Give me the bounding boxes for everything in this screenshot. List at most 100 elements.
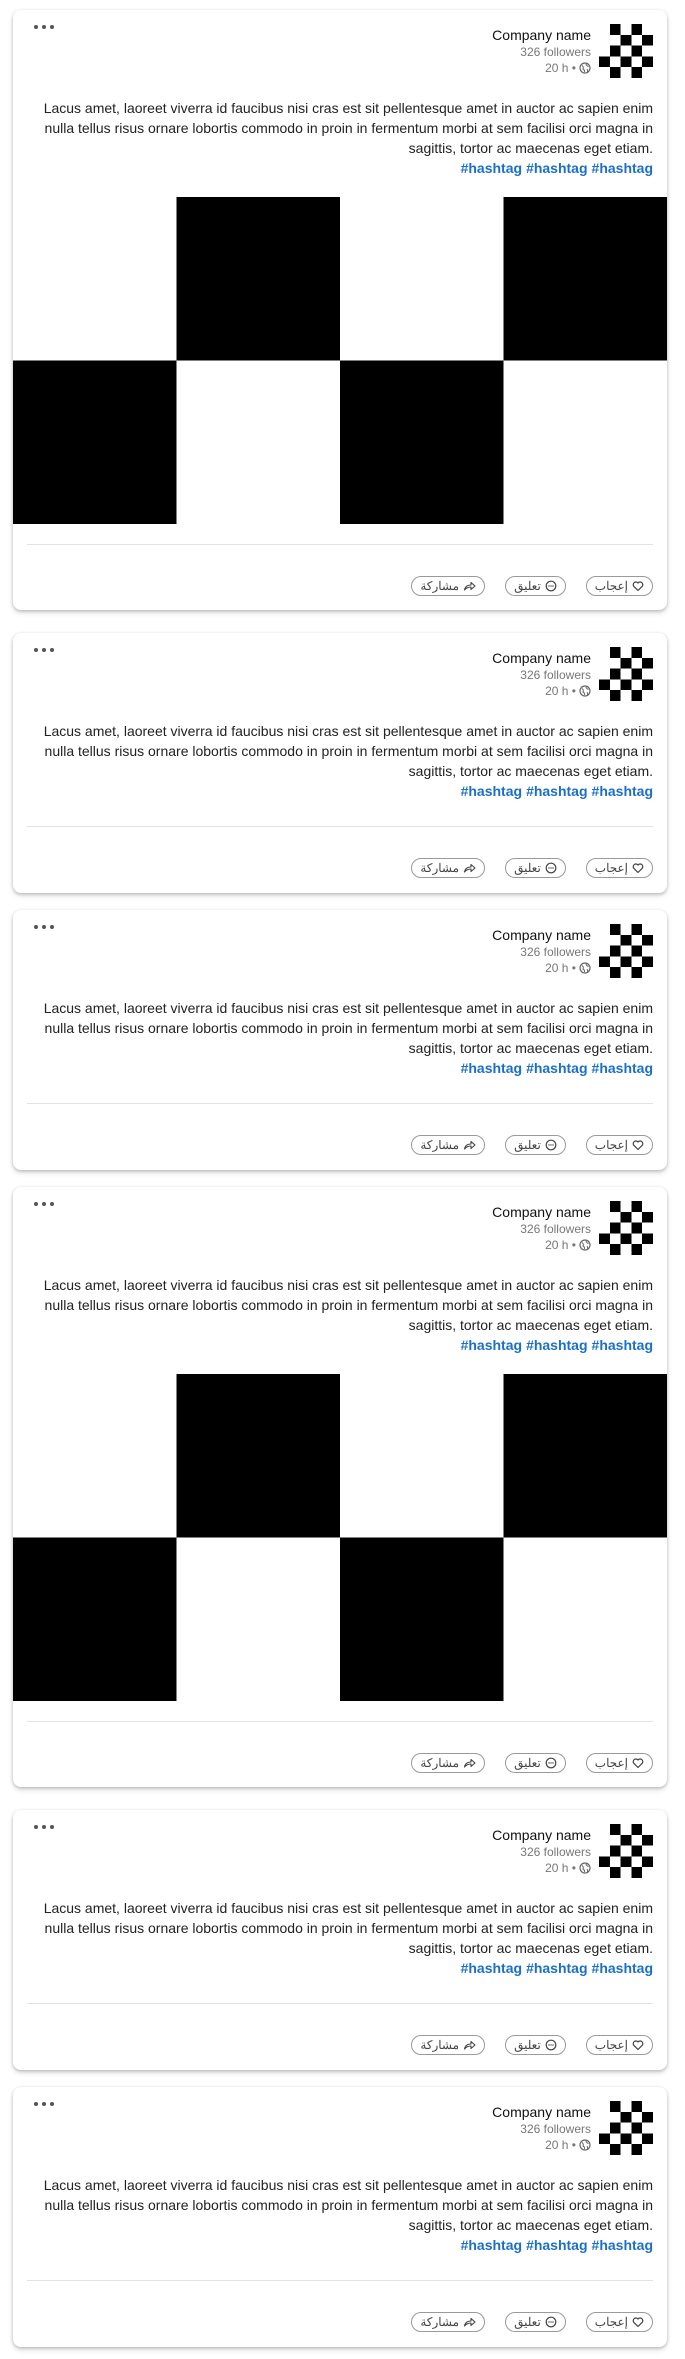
post-card: Company name 326 followers 20 h • Lacus ame…: [13, 10, 667, 610]
company-name[interactable]: Company name: [492, 1826, 591, 1844]
share-button-label: مشاركة: [420, 1756, 460, 1770]
company-name[interactable]: Company name: [492, 649, 591, 667]
like-button-label: إعجاب: [594, 861, 628, 875]
hashtag-link[interactable]: #hashtag: [592, 1337, 653, 1353]
post-actions: إعجاب تعليق مشاركة: [411, 2035, 653, 2055]
menu-dot: [42, 2102, 46, 2106]
company-avatar[interactable]: [599, 2101, 653, 2155]
hashtag-link[interactable]: #hashtag: [526, 160, 587, 176]
comment-button[interactable]: تعليق: [505, 1135, 566, 1155]
hashtag-link[interactable]: #hashtag: [526, 1960, 587, 1976]
company-avatar[interactable]: [599, 1201, 653, 1255]
like-button[interactable]: إعجاب: [585, 1135, 653, 1155]
company-avatar[interactable]: [599, 24, 653, 78]
share-button[interactable]: مشاركة: [411, 858, 486, 878]
hashtag-link[interactable]: #hashtag: [592, 2237, 653, 2253]
hashtag-link[interactable]: #hashtag: [461, 160, 522, 176]
share-button[interactable]: مشاركة: [411, 2312, 486, 2332]
post-header: Company name 326 followers 20 h •: [492, 926, 591, 976]
menu-dot: [50, 1825, 54, 1829]
like-button-label: إعجاب: [594, 1138, 628, 1152]
company-avatar[interactable]: [599, 1824, 653, 1878]
share-button-label: مشاركة: [420, 1138, 460, 1152]
hashtag-link[interactable]: #hashtag: [461, 1960, 522, 1976]
menu-dot: [50, 2102, 54, 2106]
hashtag-link[interactable]: #hashtag: [526, 2237, 587, 2253]
share-button[interactable]: مشاركة: [411, 1135, 486, 1155]
hashtag-link[interactable]: #hashtag: [461, 783, 522, 799]
comment-button[interactable]: تعليق: [505, 858, 566, 878]
company-name[interactable]: Company name: [492, 926, 591, 944]
menu-dot: [34, 2102, 38, 2106]
comment-button[interactable]: تعليق: [505, 2312, 566, 2332]
post-body: Lacus amet, laoreet viverra id faucibus …: [43, 1277, 653, 1333]
post-time-row: 20 h •: [492, 1237, 591, 1253]
share-button-label: مشاركة: [420, 2315, 460, 2329]
hashtag-link[interactable]: #hashtag: [526, 1060, 587, 1076]
like-button[interactable]: إعجاب: [585, 2035, 653, 2055]
comment-button[interactable]: تعليق: [505, 2035, 566, 2055]
more-horizontal-icon[interactable]: [34, 2097, 60, 2111]
post-image[interactable]: [13, 1374, 667, 1701]
share-arrow-icon: [463, 1757, 476, 1769]
hashtag-link[interactable]: #hashtag: [592, 160, 653, 176]
like-button-label: إعجاب: [594, 579, 628, 593]
like-button-label: إعجاب: [594, 2038, 628, 2052]
post-body: Lacus amet, laoreet viverra id faucibus …: [43, 2177, 653, 2233]
menu-dot: [42, 1825, 46, 1829]
menu-dot: [42, 648, 46, 652]
hashtag-link[interactable]: #hashtag: [526, 783, 587, 799]
heart-icon: [632, 2316, 644, 2328]
hashtag-link[interactable]: #hashtag: [461, 1337, 522, 1353]
post-card: Company name 326 followers 20 h • Lacus ame…: [13, 633, 667, 893]
chat-bubble-icon: [545, 862, 557, 874]
comment-button[interactable]: تعليق: [505, 576, 566, 596]
hashtag-link[interactable]: #hashtag: [592, 1960, 653, 1976]
company-avatar[interactable]: [599, 924, 653, 978]
like-button[interactable]: إعجاب: [585, 858, 653, 878]
divider: [27, 1103, 653, 1104]
share-button-label: مشاركة: [420, 861, 460, 875]
post-body: Lacus amet, laoreet viverra id faucibus …: [43, 1000, 653, 1056]
menu-dot: [34, 925, 38, 929]
more-horizontal-icon[interactable]: [34, 920, 60, 934]
more-horizontal-icon[interactable]: [34, 1820, 60, 1834]
menu-dot: [34, 25, 38, 29]
heart-icon: [632, 2039, 644, 2051]
followers-count: 326 followers: [520, 2122, 591, 2136]
company-avatar[interactable]: [599, 647, 653, 701]
share-button[interactable]: مشاركة: [411, 1753, 486, 1773]
hashtag-link[interactable]: #hashtag: [461, 1060, 522, 1076]
more-horizontal-icon[interactable]: [34, 20, 60, 34]
hashtag-link[interactable]: #hashtag: [592, 783, 653, 799]
menu-dot: [50, 25, 54, 29]
share-arrow-icon: [463, 580, 476, 592]
like-button[interactable]: إعجاب: [585, 576, 653, 596]
more-horizontal-icon[interactable]: [34, 643, 60, 657]
like-button[interactable]: إعجاب: [585, 2312, 653, 2332]
post-actions: إعجاب تعليق مشاركة: [411, 858, 653, 878]
post-image[interactable]: [13, 197, 667, 524]
comment-button-label: تعليق: [514, 2038, 541, 2052]
hashtag-link[interactable]: #hashtag: [461, 2237, 522, 2253]
menu-dot: [34, 1825, 38, 1829]
share-button[interactable]: مشاركة: [411, 2035, 486, 2055]
heart-icon: [632, 1757, 644, 1769]
heart-icon: [632, 1139, 644, 1151]
company-name[interactable]: Company name: [492, 1203, 591, 1221]
hashtag-link[interactable]: #hashtag: [592, 1060, 653, 1076]
more-horizontal-icon[interactable]: [34, 1197, 60, 1211]
comment-button[interactable]: تعليق: [505, 1753, 566, 1773]
company-name[interactable]: Company name: [492, 2103, 591, 2121]
chat-bubble-icon: [545, 2039, 557, 2051]
followers-count: 326 followers: [520, 1845, 591, 1859]
hashtag-link[interactable]: #hashtag: [526, 1337, 587, 1353]
like-button[interactable]: إعجاب: [585, 1753, 653, 1773]
company-name[interactable]: Company name: [492, 26, 591, 44]
share-button[interactable]: مشاركة: [411, 576, 486, 596]
divider: [27, 826, 653, 827]
comment-button-label: تعليق: [514, 1138, 541, 1152]
share-arrow-icon: [463, 1139, 476, 1151]
post-time-row: 20 h •: [492, 60, 591, 76]
followers-count: 326 followers: [520, 1222, 591, 1236]
